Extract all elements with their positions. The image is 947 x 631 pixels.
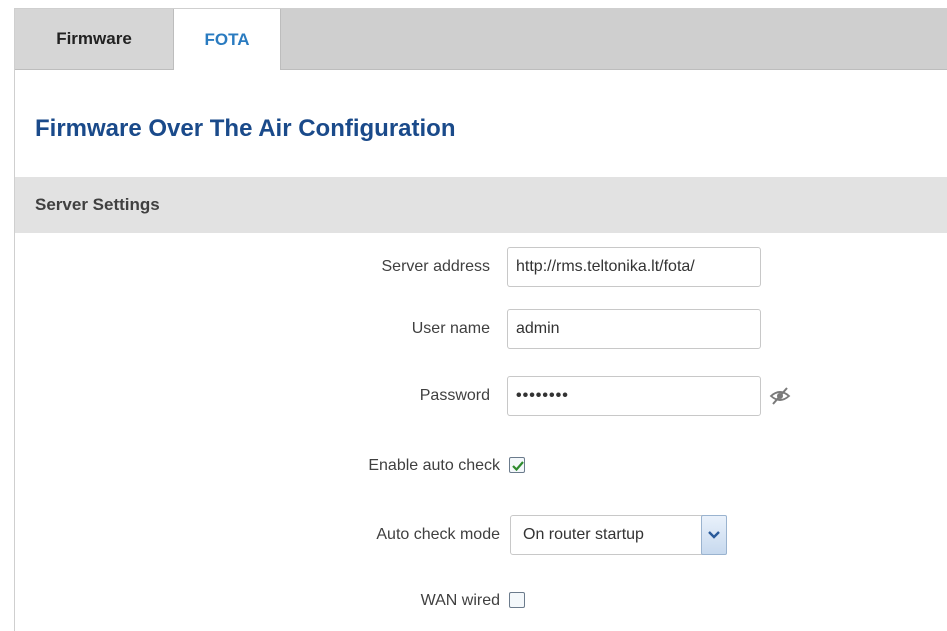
auto-check-mode-label: Auto check mode xyxy=(376,526,500,543)
checkmark-icon xyxy=(512,461,524,472)
page-title: Firmware Over The Air Configuration xyxy=(35,115,456,142)
auto-check-mode-value: On router startup xyxy=(523,526,644,543)
server-address-input[interactable] xyxy=(507,247,761,287)
content-frame: Firmware FOTA Firmware Over The Air Conf… xyxy=(14,8,947,631)
wan-wired-checkbox[interactable] xyxy=(509,592,525,608)
user-name-label: User name xyxy=(411,320,490,337)
server-address-row: Server address xyxy=(15,247,947,287)
wan-wired-label: WAN wired xyxy=(420,592,500,609)
chevron-down-icon[interactable] xyxy=(701,515,727,555)
enable-auto-check-label: Enable auto check xyxy=(368,457,500,474)
user-name-row: User name xyxy=(15,309,947,349)
auto-check-mode-row: Auto check mode On router startup xyxy=(15,515,947,555)
tab-bar: Firmware FOTA xyxy=(15,9,947,70)
tab-fota[interactable]: FOTA xyxy=(173,9,281,70)
section-title: Server Settings xyxy=(35,195,160,214)
enable-auto-check-row: Enable auto check xyxy=(15,446,947,486)
eye-slash-icon[interactable] xyxy=(769,386,791,406)
password-label: Password xyxy=(419,387,490,404)
auto-check-mode-select[interactable]: On router startup xyxy=(510,515,727,555)
wan-wired-row: WAN wired xyxy=(15,581,947,621)
section-header: Server Settings xyxy=(15,177,947,233)
password-row: Password xyxy=(15,376,947,416)
user-name-input[interactable] xyxy=(507,309,761,349)
server-address-label: Server address xyxy=(381,258,491,275)
enable-auto-check-checkbox[interactable] xyxy=(509,457,525,473)
password-input[interactable] xyxy=(507,376,761,416)
tab-firmware[interactable]: Firmware xyxy=(15,9,173,69)
